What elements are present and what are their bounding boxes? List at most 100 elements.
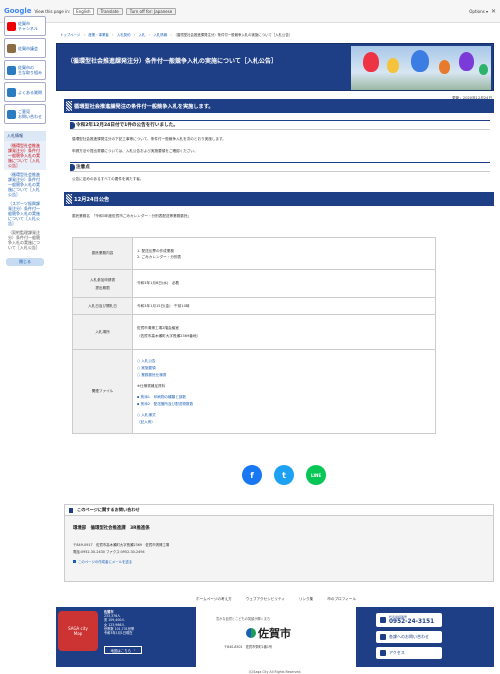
line-icon[interactable]: LINE	[306, 465, 326, 485]
file-link-label: （記入例）	[137, 419, 155, 424]
inquiry-button[interactable]: 各課へのお問い合わせ	[376, 631, 442, 643]
breadcrumb-item[interactable]: 入札情報	[154, 33, 168, 37]
question-icon	[7, 87, 16, 97]
page-title-banner: （循環型社会推進課発注分）条件付一般競争入札の実施について［入札公告］	[56, 43, 494, 91]
file-link-label: 入札様式	[141, 412, 156, 417]
paragraph: 循環型社会推進課発注分の下記工事等について、条件付一般競争入札を次のとおり実施し…	[72, 137, 226, 141]
sub-heading: 令和2年12月24日付で1件の公告を行いました。	[70, 120, 490, 130]
paragraph: 申請方法や提出書類については、入札公告および実施要領をご確認ください。	[72, 149, 198, 153]
file-link-label: ※仕様書補足資料	[137, 383, 166, 388]
youtube-icon	[7, 21, 16, 31]
file-link[interactable]: ▪ 別添2 配送箇所及び配送物数数	[137, 401, 431, 408]
breadcrumb-item[interactable]: 入札契約	[117, 33, 131, 37]
file-link-label: 業務委託仕様書	[141, 372, 167, 377]
footer-link[interactable]: ウェブアクセシビリティ	[246, 597, 285, 602]
sidebar-button-label: 佐賀市 チャンネル	[18, 21, 38, 31]
table-row: 入札参加申請書 提出期限 令和3年1月6日(水) 必着	[72, 269, 436, 298]
footer-links: ホームページの考え方 ウェブアクセシビリティ リンク集 市のプロフィール	[196, 597, 356, 602]
initiatives-icon	[7, 65, 16, 75]
breadcrumb-separator: ›	[130, 33, 139, 37]
sidebar-link[interactable]: （循環型社会推進課発注分）条件付一般競争入札の実施について［入札公告］	[4, 141, 46, 170]
file-link-label: 実施要領	[141, 365, 156, 370]
mail-icon	[380, 634, 386, 640]
section-heading: 循環型社会推進課発注の条件付一般競争入札を実施します。	[64, 99, 494, 113]
contact-address: 〒849-0917 佐賀市高木瀬町大字長瀬2369 佐賀市清掃工場	[73, 543, 170, 547]
balloon-photo	[351, 46, 491, 90]
info-line: 令和3年1月1日現在	[104, 631, 133, 636]
file-link[interactable]: ○ 実施要領	[137, 365, 431, 372]
file-link: ※仕様書補足資料	[137, 383, 431, 390]
contract-name: 委託業務名 「令和3年度佐賀市ごみカレンダー・分別表配送等業務委託」	[72, 214, 192, 218]
sidebar-button-label: よくある質問	[18, 89, 42, 95]
sidebar-button[interactable]: 佐賀市の 主な取り組み	[4, 60, 46, 80]
sidebar-button-label: 佐賀市の 主な取り組み	[18, 65, 42, 75]
mail-icon	[73, 560, 76, 563]
footer-link[interactable]: 市のプロフィール	[327, 597, 356, 602]
sidebar-button-label: 佐賀市議会	[18, 45, 38, 51]
row-label: 入札日及び開札日	[72, 297, 133, 315]
row-label: 委託業務内容	[72, 237, 133, 270]
table-row: 入札日及び開札日 令和3年1月15日(金) 午前10時	[72, 297, 436, 315]
file-link[interactable]: ○ 入札様式	[137, 412, 431, 419]
close-icon[interactable]: ✕	[491, 8, 496, 15]
sidebar-button-label: ご意見 お問い合わせ	[18, 109, 42, 119]
language-select[interactable]: English	[73, 7, 94, 15]
breadcrumb-item: （循環型社会推進課発注分）条件付一般競争入札の実施について［入札公告］	[175, 33, 293, 37]
table-row: 関連ファイル ○ 入札公告 ○ 実施要領 ○ 業務委託仕様書 ※仕様書補足資料 ▪ 別添…	[72, 349, 436, 434]
sidebar-link[interactable]: （契約監理課発注分）条件付一般競争入札の実施について［入札公告］	[4, 228, 46, 252]
translate-prompt: View this page in:	[34, 8, 71, 14]
sidebar-button[interactable]: 佐賀市議会	[4, 38, 46, 58]
sidebar-button[interactable]: ご意見 お問い合わせ	[4, 104, 46, 124]
city-logo[interactable]: 佐賀市	[246, 625, 291, 641]
turn-off-button[interactable]: Turn off for: Japanese	[125, 7, 177, 15]
breadcrumb-item[interactable]: トップページ	[60, 33, 80, 37]
sidebar-button[interactable]: よくある質問	[4, 82, 46, 102]
breadcrumb-separator: ›	[108, 33, 117, 37]
file-link[interactable]: ▪ 別添1 印刷物の種類と部数	[137, 394, 431, 401]
sidebar-button[interactable]: 佐賀市 チャンネル	[4, 16, 46, 36]
map-button[interactable]: 地図はこちら ›	[104, 646, 142, 654]
twitter-icon[interactable]: t	[274, 465, 294, 485]
breadcrumb-separator: ›	[145, 33, 154, 37]
facebook-icon[interactable]: f	[242, 465, 262, 485]
file-link-label: 入札公告	[141, 358, 156, 363]
phone-icon	[380, 617, 386, 623]
value-line: 2. ごみカレンダー・分別表	[137, 254, 182, 259]
close-label: 閉じる	[19, 259, 31, 264]
share-buttons: f t LINE	[242, 465, 326, 485]
sidebar-close-button[interactable]: 閉じる	[6, 258, 44, 266]
note-heading: 注意点	[70, 162, 490, 172]
city-mark-icon	[246, 628, 256, 638]
phone-box: 代表電話番号 0952-24-3151	[376, 613, 442, 627]
contact-heading: このページに関するお問い合わせ	[65, 505, 493, 516]
site-footer: SAGA city Map 佐賀市 233,376人 男 109,400人 女 …	[56, 607, 494, 667]
mail-link[interactable]: このページの作成者にメールを送る	[73, 559, 132, 564]
copyright: (C)Saga City All Rights Reserved.	[248, 670, 302, 674]
city-tagline: 豊かな自然とこどもの笑顔が輝くまち	[216, 617, 271, 621]
access-button[interactable]: アクセス	[376, 647, 442, 659]
value-line: （佐賀市高木瀬町大字長瀬2369番地）	[137, 334, 201, 338]
footer-link[interactable]: リンク集	[299, 597, 313, 602]
row-label: 関連ファイル	[72, 349, 133, 434]
sidebar-link[interactable]: （循環型社会推進課発注分）条件付一般競争入札の実施について［入札公告］	[4, 170, 46, 199]
file-link[interactable]: （記入例）	[137, 419, 431, 426]
saga-map[interactable]: SAGA city Map	[58, 611, 98, 651]
contact-box: このページに関するお問い合わせ 環境部 循環型社会推進課 3R推進係 〒849-…	[64, 504, 494, 582]
sidebar-link[interactable]: （スポーツ振興課発注分）条件付一般競争入札の実施について［入札公告］	[4, 199, 46, 228]
footer-link[interactable]: ホームページの考え方	[196, 597, 232, 602]
google-logo: Google	[4, 7, 32, 15]
bid-table: 委託業務内容 1. 配送伝票の作成業務 2. ごみカレンダー・分別表 入札参加申…	[72, 237, 436, 434]
row-value: 令和3年1月15日(金) 午前10時	[132, 297, 436, 315]
file-link[interactable]: ○ 業務委託仕様書	[137, 372, 431, 379]
population-info: 佐賀市 233,376人 男 109,400人 女 123,966人 世帯数 1…	[104, 610, 134, 635]
city-address: 〒840-8501 佐賀市栄町1番1号	[224, 645, 273, 649]
breadcrumb-item[interactable]: 産業・事業者	[88, 33, 108, 37]
file-link[interactable]: ○ 入札公告	[137, 358, 431, 365]
arrow-right-icon: ›	[133, 648, 136, 652]
translate-button[interactable]: Translate	[96, 7, 123, 15]
options-menu[interactable]: Options ▾	[469, 9, 488, 14]
row-label: 入札場所	[72, 314, 133, 350]
city-logo-panel: 豊かな自然とこどもの笑顔が輝くまち 佐賀市 〒840-8501 佐賀市栄町1番1…	[196, 607, 356, 667]
map-pin-icon	[380, 650, 386, 656]
row-value: 佐賀市清掃工場2階会議室 （佐賀市高木瀬町大字長瀬2369番地）	[132, 314, 436, 350]
